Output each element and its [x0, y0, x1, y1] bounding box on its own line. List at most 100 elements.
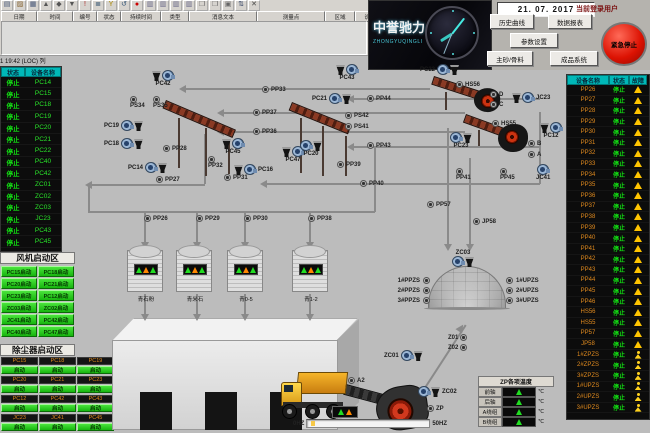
fan-start-button[interactable]: PC20启动 — [1, 278, 37, 289]
device-row[interactable]: 停止PC42 — [1, 168, 61, 179]
fan-start-button[interactable]: ZC03启动 — [1, 302, 37, 313]
filter-funnel-icon[interactable]: Y — [105, 0, 117, 11]
device-row[interactable]: 2#ZPZS停止 — [567, 360, 649, 371]
device-row[interactable]: PP43停止 — [567, 265, 649, 276]
device-row[interactable]: JP58停止 — [567, 339, 649, 350]
device-row[interactable]: 停止JC23 — [1, 214, 61, 225]
freq-tick[interactable] — [311, 421, 315, 426]
device-row[interactable]: PP35停止 — [567, 180, 649, 191]
filter-first-icon[interactable]: ▲ — [40, 0, 52, 11]
fan-start-button[interactable]: ZC02启动 — [38, 302, 74, 313]
device-row[interactable]: PP30停止 — [567, 127, 649, 138]
device-row[interactable]: 停止PC40 — [1, 157, 61, 168]
equipment-ZC01[interactable]: ZC01 — [384, 350, 423, 361]
alarm-point-icon[interactable]: ● — [131, 0, 143, 11]
device-row[interactable]: 停止PC21 — [1, 134, 61, 145]
dust-start-button[interactable]: 启动 — [1, 385, 38, 393]
device-row[interactable]: 停止PC14 — [1, 77, 61, 88]
device-row[interactable]: 停止PC45 — [1, 236, 61, 247]
fan-start-button[interactable]: PC21启动 — [38, 278, 74, 289]
device-row[interactable]: PP57停止 — [567, 329, 649, 340]
equipment-PC16[interactable]: PC16 — [234, 164, 273, 175]
copy-icon[interactable]: ❒ — [209, 0, 221, 11]
device-row[interactable]: PP42停止 — [567, 255, 649, 266]
equipment-PC18[interactable]: PC18 — [104, 138, 143, 149]
device-row[interactable]: PP41停止 — [567, 244, 649, 255]
equipment-PC23[interactable]: PC23 — [450, 132, 472, 149]
filter-mid-icon[interactable]: ◆ — [53, 0, 65, 11]
fan-start-button[interactable]: PC42启动 — [38, 314, 74, 325]
emergency-stop-button[interactable]: 紧急停止 — [601, 22, 647, 66]
filter-last-icon[interactable]: ▼ — [66, 0, 78, 11]
open-archive-icon[interactable]: ▨ — [14, 0, 26, 11]
report-3-icon[interactable]: ▥ — [170, 0, 182, 11]
fan-start-button[interactable]: PC18启动 — [38, 266, 74, 277]
device-row[interactable]: PP37停止 — [567, 202, 649, 213]
equipment-PC43[interactable]: PC43 — [336, 64, 358, 81]
window-icon[interactable]: ❒ — [196, 0, 208, 11]
sort-icon[interactable]: ⇅ — [235, 0, 247, 11]
device-row[interactable]: PP36停止 — [567, 191, 649, 202]
device-row[interactable]: PP29停止 — [567, 117, 649, 128]
dust-start-button[interactable]: 启动 — [77, 404, 114, 412]
device-row[interactable]: PP26停止 — [567, 85, 649, 96]
fan-start-button[interactable]: PC12启动 — [38, 290, 74, 301]
dust-start-button[interactable]: 启动 — [77, 385, 114, 393]
main-line-button[interactable]: 主砂/骨料 — [487, 51, 533, 66]
silo[interactable]: 青0-5 — [227, 250, 263, 292]
history-curve-button[interactable]: 历史曲线 — [490, 14, 534, 29]
equipment-JC41[interactable]: JC41 — [536, 164, 550, 181]
device-row[interactable]: 2#UPZS停止 — [567, 392, 649, 403]
device-row[interactable]: 停止PC43 — [1, 225, 61, 236]
device-row[interactable]: HS55停止 — [567, 318, 649, 329]
equipment-PC12[interactable]: PC12 — [540, 122, 562, 139]
report-1-icon[interactable]: ▥ — [144, 0, 156, 11]
device-row[interactable]: 停止PC19 — [1, 111, 61, 122]
device-row[interactable]: 1#UPZS停止 — [567, 382, 649, 393]
device-row[interactable]: PP46停止 — [567, 297, 649, 308]
alarm-list[interactable] — [1, 21, 367, 55]
dust-start-button[interactable]: 启动 — [39, 366, 76, 374]
list-view-icon[interactable]: ≣ — [92, 0, 104, 11]
equipment-ZC03[interactable]: ZC03 — [452, 250, 474, 267]
new-list-icon[interactable]: ▤ — [1, 0, 13, 11]
silo[interactable]: 青米石 — [176, 250, 212, 292]
equipment-PC22[interactable]: PC22 — [420, 64, 459, 75]
equipment-ZC02[interactable]: ZC02 — [418, 386, 457, 397]
equipment-PC21[interactable]: PC21 — [312, 93, 351, 104]
fan-start-button[interactable]: PC15启动 — [1, 266, 37, 277]
equipment-PC19[interactable]: PC19 — [104, 120, 143, 131]
device-row[interactable]: PP34停止 — [567, 170, 649, 181]
lock-icon[interactable]: ▣ — [222, 0, 234, 11]
refresh-icon[interactable]: ↺ — [118, 0, 130, 11]
conveyor-belt[interactable] — [162, 100, 235, 138]
column-header-status[interactable]: 状态 — [1, 67, 25, 77]
report-4-icon[interactable]: ▥ — [183, 0, 195, 11]
device-row[interactable]: 停止PC22 — [1, 145, 61, 156]
dust-start-button[interactable]: 启动 — [77, 366, 114, 374]
device-row[interactable]: PP39停止 — [567, 223, 649, 234]
parameter-settings-button[interactable]: 参数设置 — [510, 33, 558, 48]
save-icon[interactable]: ▦ — [27, 0, 39, 11]
device-row[interactable]: PP38停止 — [567, 212, 649, 223]
equipment-JC23[interactable]: JC23 — [512, 92, 550, 103]
dome-storage[interactable] — [428, 266, 506, 309]
device-row[interactable]: 停止PC18 — [1, 100, 61, 111]
device-row[interactable]: PP44停止 — [567, 276, 649, 287]
fan-start-button[interactable]: JC41启动 — [1, 314, 37, 325]
device-row[interactable]: PP45停止 — [567, 286, 649, 297]
equipment-PC14[interactable]: PC14 — [128, 162, 167, 173]
device-row[interactable]: 1#ZPZS停止 — [567, 350, 649, 361]
product-system-button[interactable]: 成品系统 — [550, 51, 598, 66]
equipment-PC20[interactable]: PC20 — [300, 140, 322, 157]
column-header-device-name[interactable]: 设备名称 — [25, 67, 61, 77]
column-header-device-name[interactable]: 设备名称 — [567, 75, 609, 85]
device-row[interactable]: PP33停止 — [567, 159, 649, 170]
device-row[interactable]: PP31停止 — [567, 138, 649, 149]
equipment-PC45[interactable]: PC45 — [222, 138, 244, 155]
dust-start-button[interactable]: 启动 — [1, 404, 38, 412]
fan-start-button[interactable]: PC47启动 — [38, 326, 74, 337]
silo[interactable]: 青石粉 — [127, 250, 163, 292]
dust-start-button[interactable]: 启动 — [39, 404, 76, 412]
silo[interactable]: 青1-2 — [292, 250, 328, 292]
